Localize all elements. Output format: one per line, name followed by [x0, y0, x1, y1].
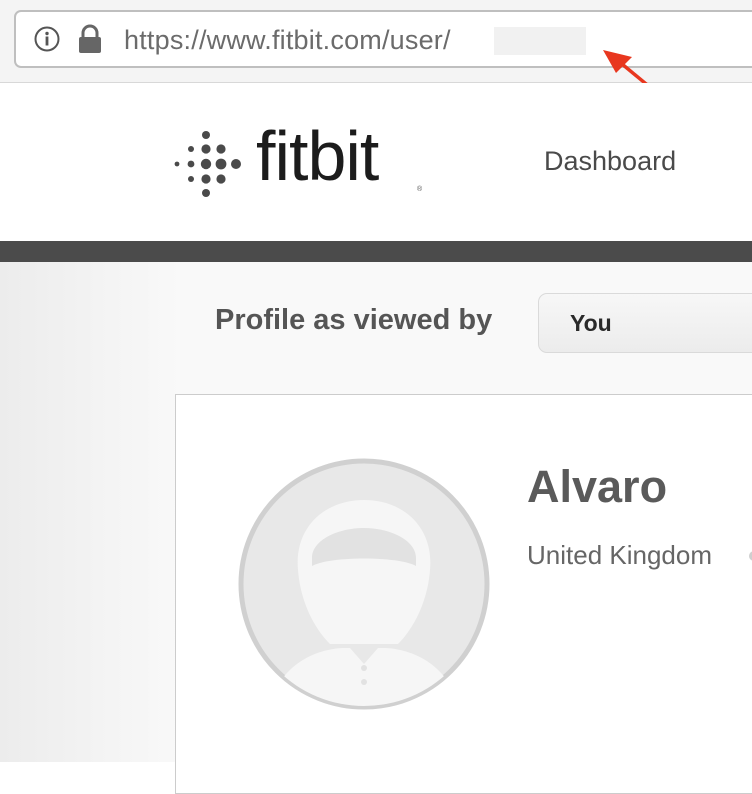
- site-header: fitbit ® Dashboard: [0, 83, 752, 241]
- profile-viewed-by-label: Profile as viewed by: [215, 304, 493, 336]
- lock-icon[interactable]: [78, 24, 102, 54]
- profile-name: Alvaro: [527, 461, 668, 512]
- info-icon[interactable]: [34, 26, 60, 52]
- profile-page: Profile as viewed by You Alvaro United K…: [0, 262, 752, 794]
- default-avatar-icon[interactable]: [238, 458, 490, 710]
- fitbit-wordmark[interactable]: fitbit: [256, 121, 379, 191]
- profile-location: United Kingdom: [527, 540, 712, 570]
- viewed-by-select[interactable]: You: [538, 293, 752, 353]
- viewed-by-selected-value: You: [570, 310, 612, 336]
- redacted-user-id: [494, 27, 586, 55]
- url-text[interactable]: https://www.fitbit.com/user/: [124, 25, 451, 56]
- profile-card: Alvaro United Kingdom: [175, 394, 752, 794]
- fitbit-logo-icon[interactable]: [170, 129, 242, 201]
- browser-toolbar: https://www.fitbit.com/user/: [0, 0, 752, 83]
- header-divider-bar: [0, 241, 752, 262]
- address-bar[interactable]: https://www.fitbit.com/user/: [14, 10, 752, 68]
- nav-dashboard-link[interactable]: Dashboard: [544, 146, 676, 177]
- registered-mark: ®: [417, 186, 423, 193]
